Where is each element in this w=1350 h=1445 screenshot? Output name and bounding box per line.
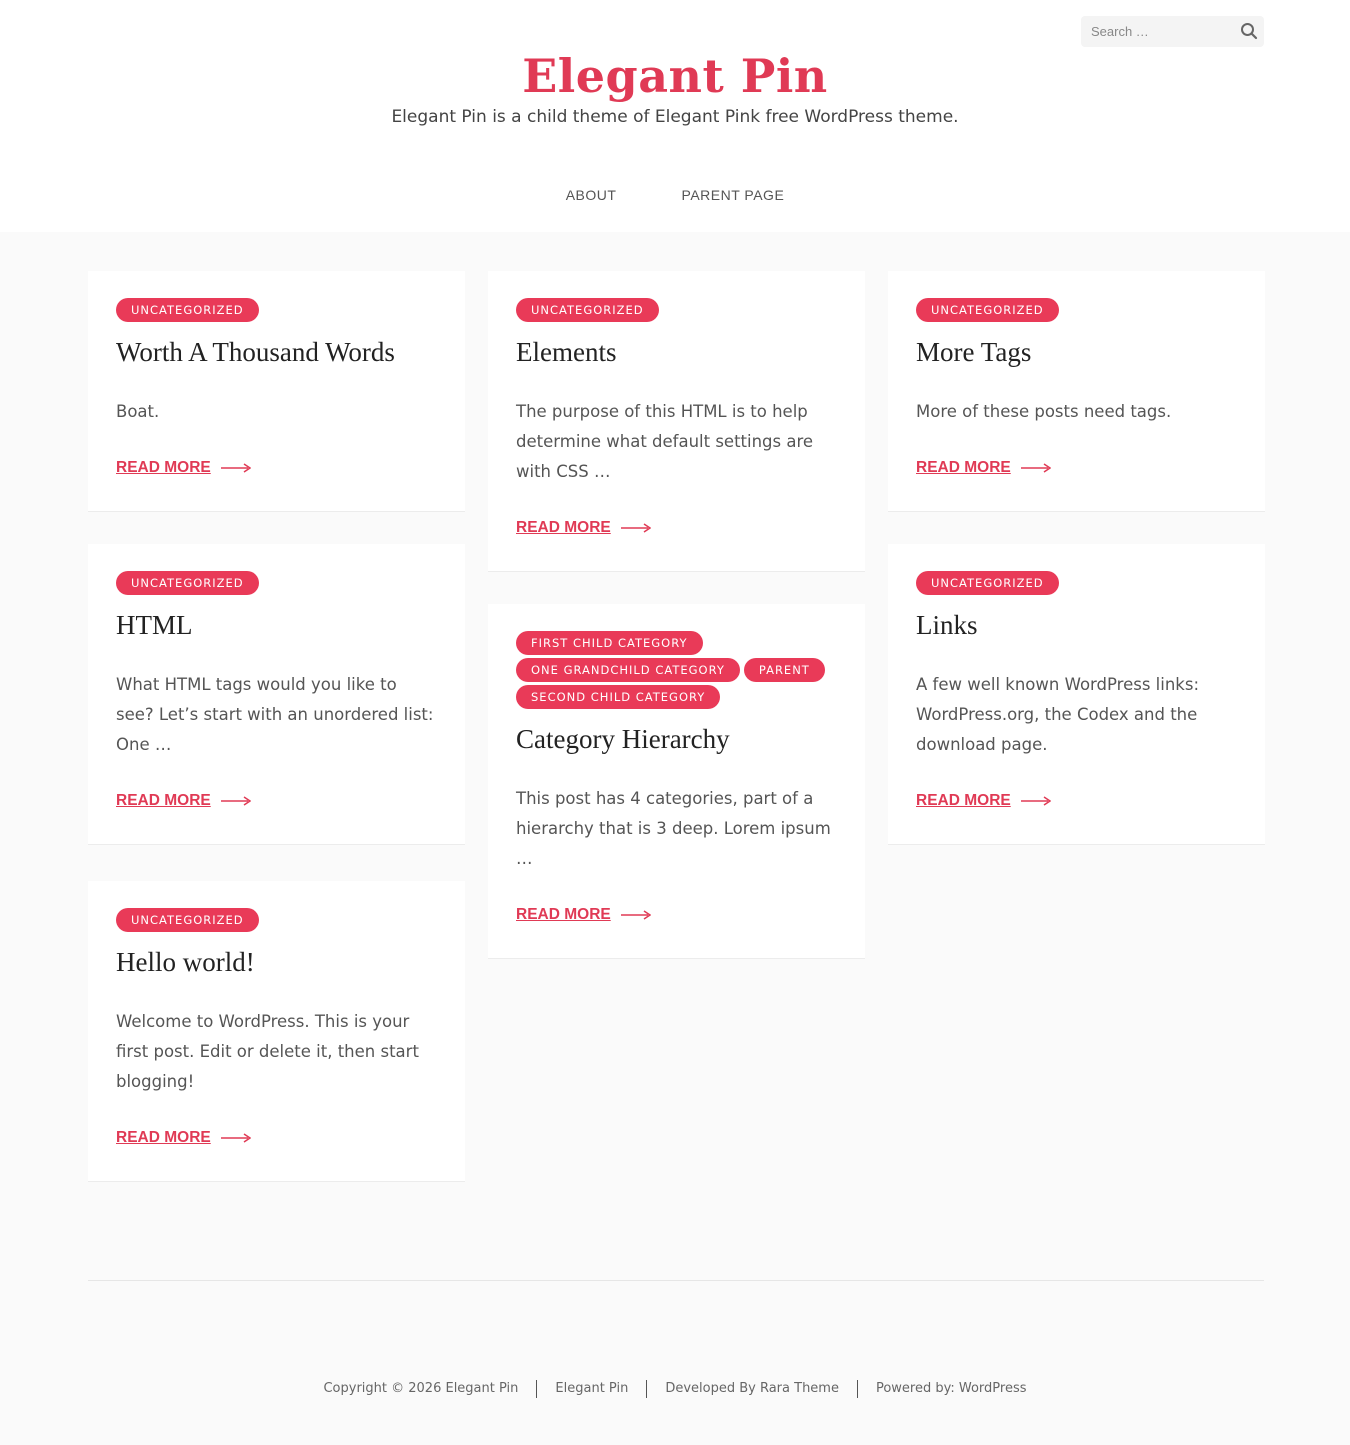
read-more-link[interactable]: READ MORE (916, 790, 1051, 812)
post-categories: FIRST CHILD CATEGORY ONE GRANDCHILD CATE… (516, 631, 837, 709)
footer-powered-by[interactable]: Powered by: WordPress (858, 1378, 1045, 1400)
main-navigation: ABOUT PARENT PAGE (0, 184, 1350, 206)
category-tag[interactable]: UNCATEGORIZED (116, 571, 259, 595)
site-footer: Copyright © 2026 Elegant Pin Elegant Pin D… (0, 1378, 1350, 1400)
post-categories: UNCATEGORIZED (116, 298, 437, 322)
arrow-right-icon (620, 523, 651, 533)
read-more-label: READ MORE (116, 459, 211, 476)
read-more-label: READ MORE (116, 792, 211, 809)
post-excerpt: A few well known WordPress links: WordPr… (916, 675, 1200, 754)
post-title[interactable]: HTML (116, 608, 437, 642)
post-excerpt: Boat. (116, 402, 160, 421)
site-header: Elegant Pin Elegant Pin is a child theme… (0, 0, 1350, 232)
post-title[interactable]: Worth A Thousand Words (116, 335, 437, 369)
post-categories: UNCATEGORIZED (516, 298, 837, 322)
arrow-right-icon (620, 910, 651, 920)
post-title[interactable]: Hello world! (116, 945, 437, 979)
arrow-right-icon (1020, 796, 1051, 806)
read-more-link[interactable]: READ MORE (116, 457, 251, 479)
footer-site-link[interactable]: Elegant Pin (537, 1378, 646, 1400)
category-tag[interactable]: SECOND CHILD CATEGORY (516, 685, 721, 709)
post-card: UNCATEGORIZED HTML What HTML tags would … (88, 544, 465, 845)
search-input[interactable] (1081, 16, 1236, 47)
read-more-label: READ MORE (116, 1129, 211, 1146)
category-tag[interactable]: UNCATEGORIZED (516, 298, 659, 322)
post-title[interactable]: More Tags (916, 335, 1237, 369)
nav-item-about[interactable]: ABOUT (566, 184, 617, 206)
search-form (1081, 16, 1264, 47)
post-categories: UNCATEGORIZED (116, 571, 437, 595)
post-card: UNCATEGORIZED Worth A Thousand Words Boa… (88, 271, 465, 512)
nav-item-parent-page[interactable]: PARENT PAGE (682, 184, 785, 206)
category-tag[interactable]: UNCATEGORIZED (116, 298, 259, 322)
read-more-label: READ MORE (916, 792, 1011, 809)
read-more-link[interactable]: READ MORE (116, 1127, 251, 1149)
category-tag[interactable]: ONE GRANDCHILD CATEGORY (516, 658, 740, 682)
category-tag[interactable]: UNCATEGORIZED (916, 298, 1059, 322)
read-more-label: READ MORE (516, 519, 611, 536)
post-card: UNCATEGORIZED Elements The purpose of th… (488, 271, 865, 572)
category-tag[interactable]: FIRST CHILD CATEGORY (516, 631, 703, 655)
post-excerpt: More of these posts need tags. (916, 402, 1172, 421)
category-tag[interactable]: PARENT (743, 658, 825, 682)
post-categories: UNCATEGORIZED (116, 908, 437, 932)
post-title[interactable]: Links (916, 608, 1237, 642)
search-icon (1241, 22, 1258, 39)
read-more-link[interactable]: READ MORE (916, 457, 1051, 479)
post-excerpt: What HTML tags would you like to see? Le… (116, 675, 434, 754)
post-card: UNCATEGORIZED More Tags More of these po… (888, 271, 1265, 512)
arrow-right-icon (220, 1133, 251, 1143)
post-excerpt: This post has 4 categories, part of a hi… (516, 789, 831, 868)
post-card: UNCATEGORIZED Links A few well known Wor… (888, 544, 1265, 845)
site-title[interactable]: Elegant Pin (0, 46, 1350, 106)
read-more-link[interactable]: READ MORE (116, 790, 251, 812)
site-description: Elegant Pin is a child theme of Elegant … (391, 107, 959, 127)
arrow-right-icon (220, 463, 251, 473)
read-more-link[interactable]: READ MORE (516, 517, 651, 539)
footer-copyright: Copyright © 2026 Elegant Pin (323, 1381, 519, 1396)
post-card: FIRST CHILD CATEGORY ONE GRANDCHILD CATE… (488, 604, 865, 959)
read-more-label: READ MORE (916, 459, 1011, 476)
post-categories: UNCATEGORIZED (916, 571, 1237, 595)
post-title[interactable]: Elements (516, 335, 837, 369)
post-card: UNCATEGORIZED Hello world! Welcome to Wo… (88, 881, 465, 1182)
category-tag[interactable]: UNCATEGORIZED (916, 571, 1059, 595)
read-more-link[interactable]: READ MORE (516, 904, 651, 926)
post-title[interactable]: Category Hierarchy (516, 722, 837, 756)
post-categories: UNCATEGORIZED (916, 298, 1237, 322)
post-excerpt: The purpose of this HTML is to help dete… (516, 402, 814, 481)
footer-developed-by[interactable]: Developed By Rara Theme (647, 1378, 857, 1400)
category-tag[interactable]: UNCATEGORIZED (116, 908, 259, 932)
post-excerpt: Welcome to WordPress. This is your first… (116, 1012, 419, 1091)
read-more-label: READ MORE (516, 906, 611, 923)
footer-divider (88, 1280, 1264, 1281)
search-button[interactable] (1238, 21, 1260, 43)
arrow-right-icon (220, 796, 251, 806)
arrow-right-icon (1020, 463, 1051, 473)
